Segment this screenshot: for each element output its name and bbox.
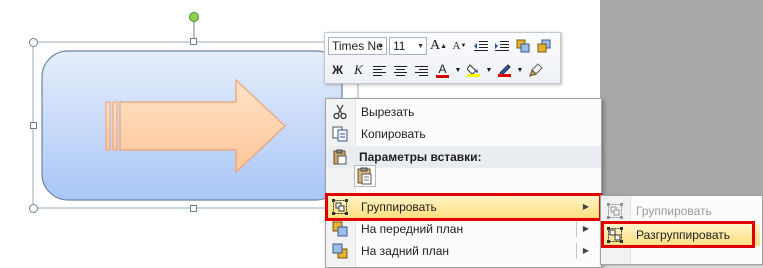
fill-color-icon[interactable]	[464, 61, 483, 80]
chevron-down-icon[interactable]: ▼	[377, 43, 384, 50]
menu-item-cut[interactable]: Вырезать	[328, 101, 599, 123]
menu-item-group[interactable]: Группировать ▶	[328, 196, 599, 218]
font-color-icon[interactable]: A	[433, 61, 452, 80]
menu-item-label: Группировать	[361, 200, 437, 214]
menu-item-label: На задний план	[361, 244, 450, 258]
paste-keep-source-button[interactable]	[354, 165, 376, 187]
menu-item-send-to-back[interactable]: На задний план ▶	[328, 240, 599, 262]
mini-toolbar-row-2: Ж К A ▼ ▼ ▼	[328, 59, 547, 81]
grow-font-icon[interactable]: A ▲	[429, 37, 448, 56]
align-left-icon[interactable]	[370, 61, 389, 80]
menu-item-label: Копировать	[361, 127, 426, 141]
chevron-down-icon[interactable]: ▼	[516, 61, 524, 80]
align-right-icon[interactable]	[412, 61, 431, 80]
submenu-arrow-icon[interactable]: ▶	[583, 246, 589, 255]
resize-handle-bottom-left[interactable]	[29, 204, 38, 213]
context-menu: Вырезать Копировать Параметры вставки: Г…	[325, 98, 602, 268]
quick-styles-icon[interactable]	[534, 37, 553, 56]
format-painter-icon[interactable]	[526, 61, 545, 80]
copy-icon	[332, 126, 348, 142]
menu-item-bring-to-front[interactable]: На передний план ▶	[328, 218, 599, 240]
send-backward-icon	[332, 243, 348, 259]
font-size-value: 11	[393, 39, 406, 53]
align-center-icon[interactable]	[391, 61, 410, 80]
font-name-value: Times Ne	[332, 39, 383, 53]
paste-options-label: Параметры вставки:	[359, 150, 482, 164]
mini-toolbar: Times Ne ▼ 11 ▼ A ▲ A ▼ Ж К A ▼ ▼ ▼	[324, 32, 561, 84]
font-name-combo[interactable]: Times Ne ▼	[328, 37, 387, 55]
increase-indent-icon[interactable]	[492, 37, 511, 56]
group-icon	[332, 199, 348, 215]
clipboard-icon	[332, 149, 348, 168]
rotation-handle[interactable]	[189, 12, 199, 22]
font-size-combo[interactable]: 11 ▼	[389, 37, 427, 55]
group-icon	[607, 203, 623, 219]
chevron-down-icon[interactable]: ▼	[417, 43, 424, 50]
menu-item-label: На передний план	[361, 222, 464, 236]
submenu-item-group[interactable]: Группировать	[603, 200, 760, 222]
scissors-icon	[332, 104, 348, 120]
italic-icon[interactable]: К	[349, 61, 368, 80]
split-separator	[576, 243, 577, 259]
mini-toolbar-row-1: Times Ne ▼ 11 ▼ A ▲ A ▼	[328, 35, 555, 57]
menu-item-label: Группировать	[636, 204, 712, 218]
menu-item-copy[interactable]: Копировать	[328, 123, 599, 145]
submenu-arrow-icon[interactable]: ▶	[583, 224, 589, 233]
menu-item-label: Вырезать	[361, 105, 415, 119]
line-color-icon[interactable]	[495, 61, 514, 80]
decrease-indent-icon[interactable]	[471, 37, 490, 56]
chevron-down-icon[interactable]: ▼	[485, 61, 493, 80]
resize-handle-top-left[interactable]	[29, 38, 38, 47]
chevron-down-icon[interactable]: ▼	[454, 61, 462, 80]
bold-icon[interactable]: Ж	[328, 61, 347, 80]
paste-icon	[357, 167, 372, 185]
resize-handle-top[interactable]	[190, 38, 197, 45]
menu-item-label: Разгруппировать	[636, 228, 731, 242]
arrange-icon[interactable]	[513, 37, 532, 56]
bring-forward-icon	[332, 221, 348, 237]
resize-handle-left[interactable]	[30, 122, 37, 129]
ungroup-icon	[607, 227, 623, 243]
group-submenu: Группировать Разгруппировать	[600, 195, 763, 265]
submenu-arrow-icon: ▶	[582, 202, 589, 211]
split-separator	[576, 221, 577, 237]
submenu-item-ungroup[interactable]: Разгруппировать	[603, 224, 760, 246]
resize-handle-bottom[interactable]	[190, 205, 197, 212]
shrink-font-icon[interactable]: A ▼	[450, 37, 469, 56]
